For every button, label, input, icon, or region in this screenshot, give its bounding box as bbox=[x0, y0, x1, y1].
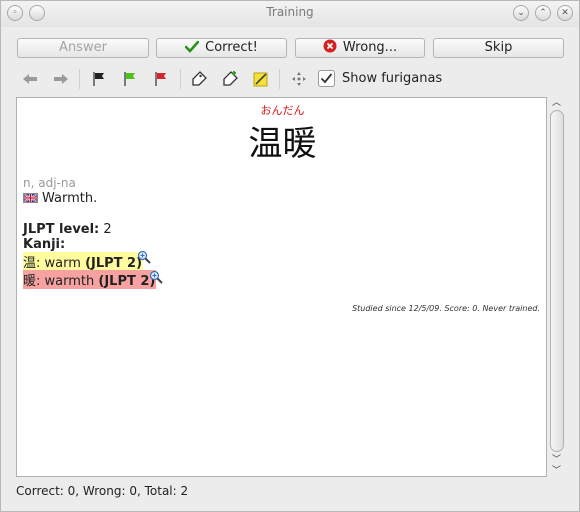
meaning-line: Warmth. bbox=[23, 191, 97, 206]
arrow-right-icon[interactable] bbox=[51, 69, 71, 89]
kanji-char: 温 bbox=[23, 256, 37, 271]
scroll-down-icon[interactable]: ﹀ bbox=[550, 465, 563, 477]
vertical-scrollbar[interactable]: ︿ ﹀ ﹀ bbox=[548, 97, 565, 477]
arrow-left-icon[interactable] bbox=[20, 69, 40, 89]
entry-view: おんだん 温暖 n, adj-na Warmth. JLPT level: 2 … bbox=[16, 97, 547, 477]
close-icon[interactable]: ✕ bbox=[557, 5, 573, 21]
jlpt-level-value: 2 bbox=[103, 222, 112, 237]
study-stats: Studied since 12/5/09. Score: 0. Never t… bbox=[352, 304, 540, 313]
kanji-jlpt: (JLPT 2) bbox=[85, 256, 143, 271]
check-icon bbox=[184, 40, 200, 59]
answer-button-label: Answer bbox=[59, 40, 107, 55]
wrong-button[interactable]: Wrong... bbox=[295, 38, 425, 58]
move-icon[interactable] bbox=[289, 69, 309, 89]
wrong-button-label: Wrong... bbox=[342, 40, 398, 55]
magnifier-icon[interactable] bbox=[137, 249, 151, 264]
show-furiganas-label[interactable]: Show furiganas bbox=[342, 71, 442, 86]
meaning-text: Warmth. bbox=[42, 191, 98, 206]
kanji-char: 暖 bbox=[23, 274, 37, 289]
jlpt-level: JLPT level: 2 bbox=[23, 222, 112, 237]
entry-kanji: 温暖 bbox=[248, 124, 317, 164]
title-bar: ◦ Training ⌄ ⌃ ✕ bbox=[1, 1, 579, 27]
minimize-icon[interactable]: ⌄ bbox=[513, 5, 529, 21]
scroll-up-icon[interactable]: ︿ bbox=[550, 97, 563, 109]
kanji-item[interactable]: 暖: warmth (JLPT 2) bbox=[23, 270, 157, 289]
status-bar: Correct: 0, Wrong: 0, Total: 2 bbox=[16, 484, 189, 498]
part-of-speech: n, adj-na bbox=[23, 176, 76, 190]
show-furiganas-checkbox[interactable] bbox=[318, 70, 335, 87]
toolbar-separator bbox=[279, 69, 280, 89]
kanji-jlpt: (JLPT 2) bbox=[98, 274, 156, 289]
scrollbar-handle[interactable] bbox=[550, 110, 564, 452]
note-icon[interactable] bbox=[251, 69, 271, 89]
tag-add-icon[interactable] bbox=[220, 69, 240, 89]
maximize-icon[interactable]: ⌃ bbox=[535, 5, 551, 21]
magnifier-icon[interactable] bbox=[149, 269, 163, 284]
toolbar-separator bbox=[79, 69, 80, 89]
answer-button[interactable]: Answer bbox=[17, 38, 149, 58]
skip-button[interactable]: Skip bbox=[433, 38, 564, 58]
toolbar-separator bbox=[180, 69, 181, 89]
flag-green-icon[interactable] bbox=[120, 69, 140, 89]
correct-button[interactable]: Correct! bbox=[156, 38, 287, 58]
kanji-meaning: warmth bbox=[44, 274, 95, 289]
training-window: ◦ Training ⌄ ⌃ ✕ Answer Correct! Wrong..… bbox=[0, 0, 580, 512]
kanji-item[interactable]: 温: warm (JLPT 2) bbox=[23, 252, 144, 271]
window-title: Training bbox=[266, 5, 314, 19]
flag-black-icon[interactable] bbox=[89, 69, 109, 89]
flag-red-icon[interactable] bbox=[151, 69, 171, 89]
tag-icon[interactable] bbox=[189, 69, 209, 89]
correct-button-label: Correct! bbox=[205, 40, 258, 55]
cancel-icon bbox=[323, 39, 337, 59]
jlpt-level-label: JLPT level: bbox=[23, 222, 100, 237]
kanji-meaning: warm bbox=[44, 256, 81, 271]
skip-button-label: Skip bbox=[484, 40, 513, 55]
toolbar: Show furiganas bbox=[15, 67, 575, 91]
kanji-section-label: Kanji: bbox=[23, 237, 66, 252]
uk-flag-icon bbox=[23, 193, 38, 203]
